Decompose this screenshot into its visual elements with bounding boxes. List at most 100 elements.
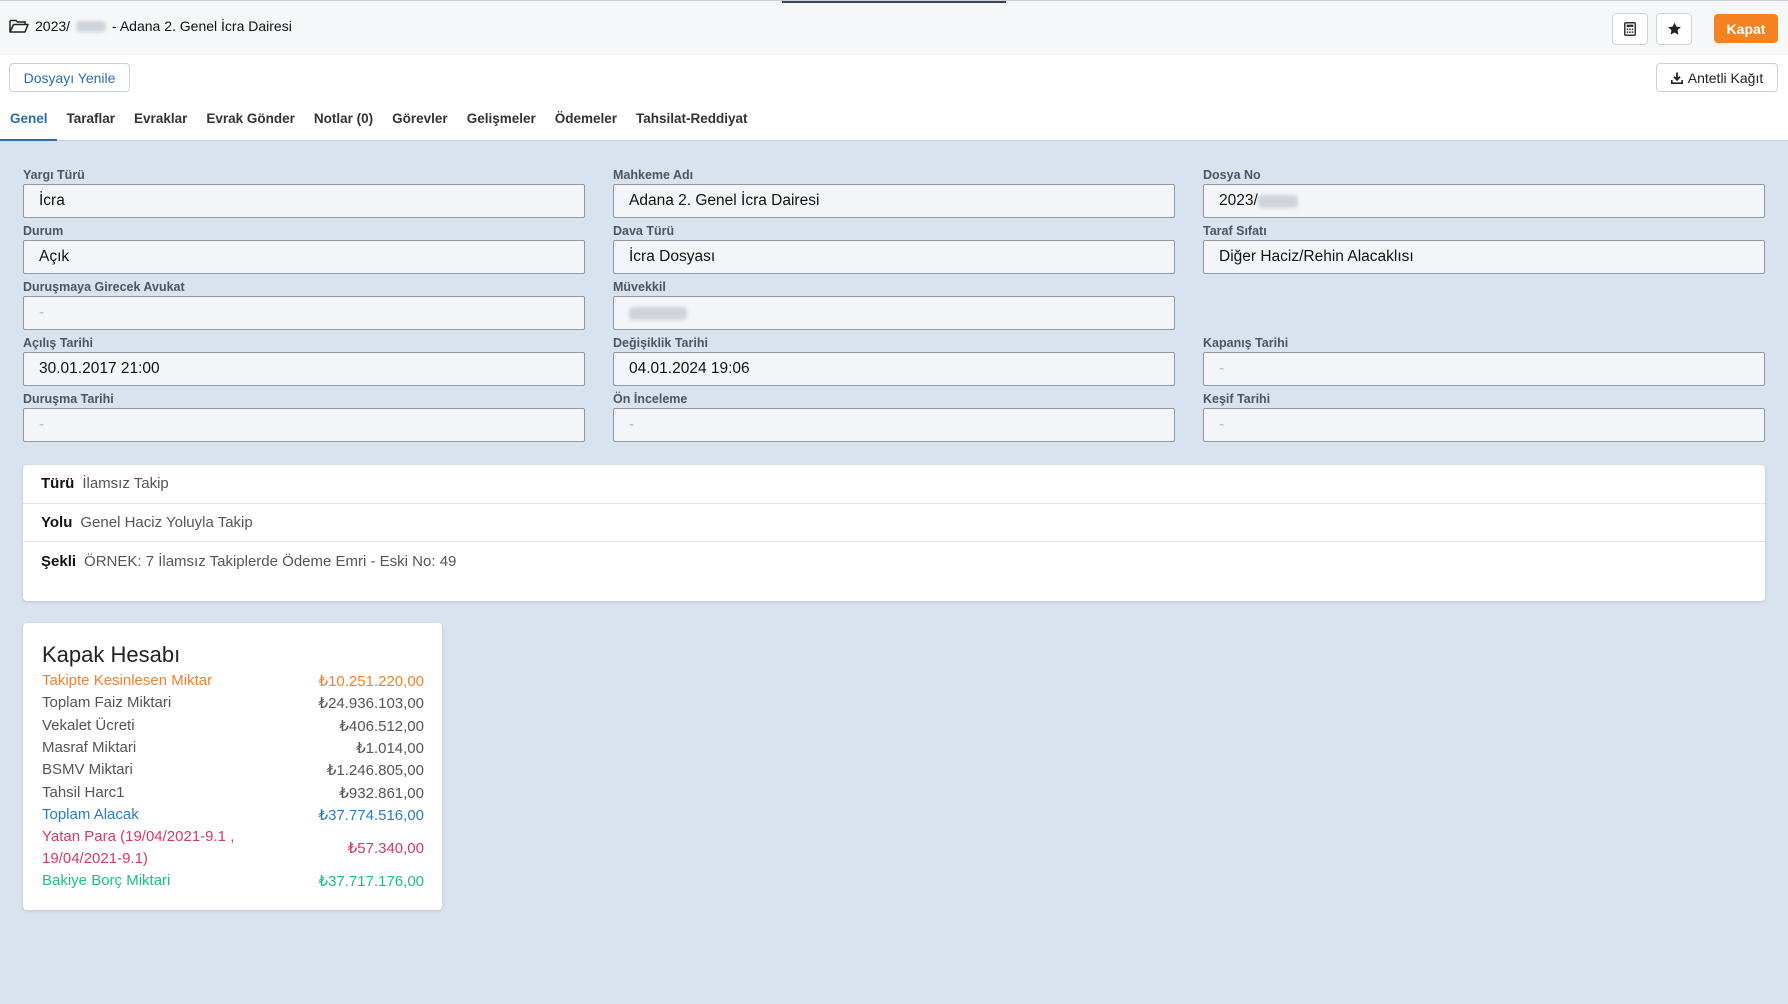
info-row-sekli: Şekli ÖRNEK: 7 İlamsız Takiplerde Ödeme … — [23, 542, 1765, 581]
file-title: 2023/ - Adana 2. Genel İcra Dairesi — [9, 18, 292, 34]
cover-row: Yatan Para (19/04/2021-9.1 , 19/04/2021-… — [42, 826, 424, 870]
field-value: İcra — [39, 192, 65, 209]
cover-row: Toplam Faiz Miktari ₺24.936.103,00 — [42, 692, 424, 714]
field-value: - — [1219, 416, 1225, 433]
calculator-button[interactable] — [1612, 13, 1648, 45]
field-yargi-turu: Yargı Türü İcra — [23, 168, 585, 218]
cover-row-value: ₺37.717.176,00 — [318, 873, 424, 891]
letterhead-button[interactable]: Antetli Kağıt — [1656, 63, 1778, 92]
dava-turu-input[interactable]: İcra Dosyası — [613, 240, 1175, 274]
field-avukat: Duruşmaya Girecek Avukat - — [23, 280, 585, 330]
cover-row: Tahsil Harc1 ₺932.861,00 — [42, 781, 424, 803]
on-inceleme-input[interactable]: - — [613, 408, 1175, 442]
field-label: Yargı Türü — [23, 168, 85, 182]
cover-row-label: Toplam Alacak — [42, 805, 139, 823]
calculator-icon — [1624, 22, 1636, 36]
mahkeme-adi-input[interactable]: Adana 2. Genel İcra Dairesi — [613, 184, 1175, 218]
cover-row-value: ₺57.340,00 — [347, 840, 424, 858]
info-row-yolu: Yolu Genel Haciz Yoluyla Takip — [23, 504, 1765, 542]
info-value: ÖRNEK: 7 İlamsız Takiplerde Ödeme Emri -… — [84, 552, 457, 570]
field-degisiklik-tarihi: Değişiklik Tarihi 04.01.2024 19:06 — [613, 336, 1175, 386]
durusma-tarihi-input[interactable]: - — [23, 408, 585, 442]
file-court-name: - Adana 2. Genel İcra Dairesi — [112, 18, 292, 34]
muvekkil-input[interactable] — [613, 296, 1175, 330]
cover-row-label: Vekalet Ücreti — [42, 716, 135, 734]
folder-open-icon — [9, 19, 29, 33]
tab-taraflar[interactable]: Taraflar — [57, 105, 125, 141]
field-label: Açılış Tarihi — [23, 336, 93, 350]
close-button[interactable]: Kapat — [1714, 14, 1778, 43]
cover-row-label: BSMV Miktari — [42, 761, 133, 779]
field-value: - — [1219, 360, 1225, 377]
star-icon — [1667, 22, 1681, 35]
field-value: - — [39, 416, 45, 433]
tab-genel[interactable]: Genel — [0, 105, 57, 141]
tab-gelismeler[interactable]: Gelişmeler — [457, 105, 545, 141]
follow-up-info-card: Türü İlamsız Takip Yolu Genel Haciz Yolu… — [23, 465, 1765, 601]
field-muvekkil: Müvekkil — [613, 280, 1175, 330]
field-durusma-tarihi: Duruşma Tarihi - — [23, 392, 585, 442]
letterhead-label: Antetli Kağıt — [1687, 69, 1764, 86]
field-kesif-tarihi: Keşif Tarihi - — [1203, 392, 1765, 442]
tab-evrak-gonder[interactable]: Evrak Gönder — [196, 105, 304, 141]
info-key: Yolu — [41, 513, 73, 531]
tab-odemeler[interactable]: Ödemeler — [545, 105, 626, 141]
cover-row-value: ₺932.861,00 — [339, 784, 424, 802]
dosya-no-input[interactable]: 2023/ — [1203, 184, 1765, 218]
info-value: İlamsız Takip — [82, 475, 169, 493]
refresh-file-button[interactable]: Dosyayı Yenile — [9, 63, 130, 92]
cover-row-label: Yatan Para (19/04/2021-9.1 , 19/04/2021-… — [42, 828, 235, 868]
download-icon — [1670, 72, 1683, 84]
avukat-input[interactable]: - — [23, 296, 585, 330]
cover-row-value: ₺10.251.220,00 — [318, 673, 424, 691]
field-value: 2023/ — [1219, 192, 1258, 209]
field-label: Dava Türü — [613, 224, 675, 238]
tab-gorevler[interactable]: Görevler — [382, 105, 457, 141]
redacted-file-number — [76, 20, 107, 32]
top-accent-line — [782, 1, 1006, 3]
cover-row-label: Bakiye Borç Miktari — [42, 872, 171, 890]
acilis-tarihi-input[interactable]: 30.01.2017 21:00 — [23, 352, 585, 386]
field-dosya-no: Dosya No 2023/ — [1203, 168, 1765, 218]
favorite-button[interactable] — [1656, 13, 1692, 45]
durum-input[interactable]: Açık — [23, 240, 585, 274]
cover-row-label: Takipte Kesinlesen Miktar — [42, 672, 213, 690]
field-label: Mahkeme Adı — [613, 168, 694, 182]
field-durum: Durum Açık — [23, 224, 585, 274]
cover-row-label: Tahsil Harc1 — [42, 783, 125, 801]
field-value: - — [39, 304, 45, 321]
tab-evraklar[interactable]: Evraklar — [124, 105, 196, 141]
redacted-file-number — [1257, 194, 1298, 208]
cover-row-label: Toplam Faiz Miktari — [42, 694, 172, 712]
cover-title: Kapak Hesabı — [42, 642, 181, 667]
field-kapanis-tarihi: Kapanış Tarihi - — [1203, 336, 1765, 386]
field-label: Duruşma Tarihi — [23, 392, 114, 406]
field-value: İcra Dosyası — [629, 248, 716, 265]
field-value: Açık — [39, 248, 70, 265]
cover-row: Masraf Miktari ₺1.014,00 — [42, 737, 424, 759]
field-value: - — [629, 416, 635, 433]
kapanis-tarihi-input[interactable]: - — [1203, 352, 1765, 386]
cover-account-card: Kapak Hesabı Takipte Kesinlesen Miktar ₺… — [23, 623, 442, 910]
field-label: Keşif Tarihi — [1203, 392, 1271, 406]
cover-row: Toplam Alacak ₺37.774.516,00 — [42, 804, 424, 826]
field-value: 04.01.2024 19:06 — [629, 360, 750, 377]
field-label: Duruşmaya Girecek Avukat — [23, 280, 185, 294]
info-row-turu: Türü İlamsız Takip — [23, 465, 1765, 504]
degisiklik-tarihi-input[interactable]: 04.01.2024 19:06 — [613, 352, 1175, 386]
cover-row: BSMV Miktari ₺1.246.805,00 — [42, 759, 424, 781]
cover-row-value: ₺406.512,00 — [339, 717, 424, 735]
field-label: Taraf Sıfatı — [1203, 224, 1267, 238]
cover-row-value: ₺1.246.805,00 — [326, 762, 424, 780]
field-acilis-tarihi: Açılış Tarihi 30.01.2017 21:00 — [23, 336, 585, 386]
tab-notlar[interactable]: Notlar (0) — [304, 105, 382, 141]
tab-tahsilat-reddiyat[interactable]: Tahsilat-Reddiyat — [626, 105, 757, 141]
field-value: Adana 2. Genel İcra Dairesi — [629, 192, 820, 209]
taraf-sifati-input[interactable]: Diğer Haciz/Rehin Alacaklısı — [1203, 240, 1765, 274]
redacted-client-name — [629, 306, 687, 320]
cover-row-label: Masraf Miktari — [42, 739, 137, 757]
yargi-turu-input[interactable]: İcra — [23, 184, 585, 218]
kesif-tarihi-input[interactable]: - — [1203, 408, 1765, 442]
info-key: Şekli — [41, 552, 77, 570]
cover-row-value: ₺37.774.516,00 — [318, 806, 424, 824]
